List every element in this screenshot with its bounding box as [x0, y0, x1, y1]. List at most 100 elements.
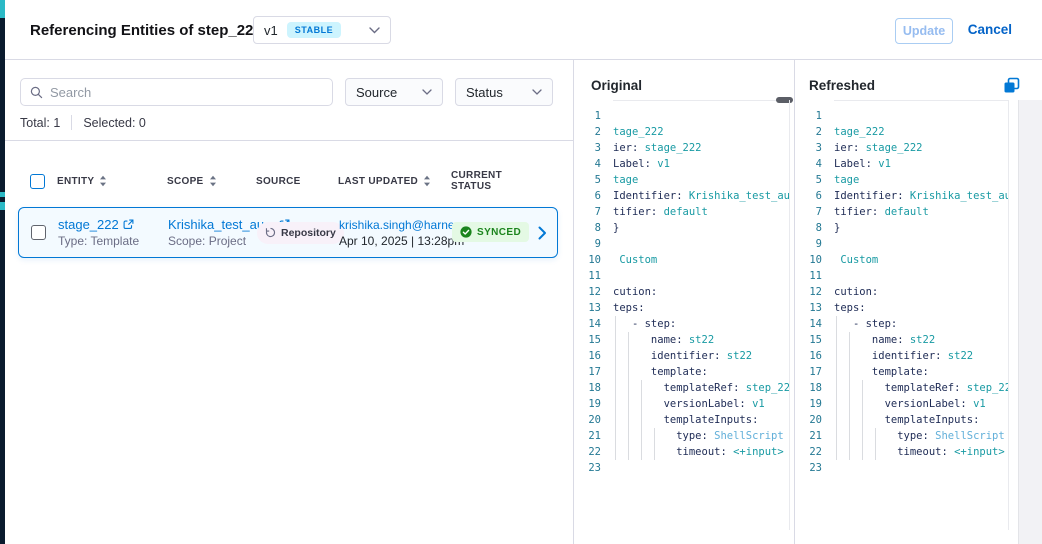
code-line: 11 [574, 268, 789, 284]
status-filter-dropdown[interactable]: Status [455, 78, 553, 106]
code-line-content: } [829, 220, 1008, 236]
status-badge-label: SYNCED [477, 227, 521, 238]
select-all-checkbox[interactable] [30, 174, 45, 189]
code-line: 13teps: [795, 300, 1008, 316]
code-line-content: Custom [608, 252, 789, 268]
indent-guide [615, 364, 616, 380]
code-line-content: tage_222 [608, 124, 789, 140]
entity-link[interactable]: stage_222 [58, 217, 119, 232]
column-header-scope[interactable]: SCOPE [167, 175, 256, 187]
code-line: 1 [795, 108, 1008, 124]
vertical-scrollbar-strip[interactable] [1018, 100, 1042, 544]
code-line-content: tifier: default [829, 204, 1008, 220]
external-link-icon[interactable] [123, 219, 134, 230]
line-number: 14 [574, 316, 608, 332]
indent-guide [628, 364, 629, 380]
line-number: 14 [795, 316, 829, 332]
column-label: SOURCE [256, 176, 301, 187]
updated-at: Apr 10, 2025 | 13:28pm [339, 234, 452, 248]
indent-guide [862, 428, 863, 444]
indent-guide [628, 332, 629, 348]
line-number: 6 [795, 188, 829, 204]
column-header-last-updated[interactable]: LAST UPDATED [338, 175, 451, 187]
line-number: 2 [574, 124, 608, 140]
code-line: 22 timeout: <+input> [795, 444, 1008, 460]
code-line-content: tage [829, 172, 1008, 188]
version-select[interactable]: v1 STABLE [253, 16, 391, 44]
update-button[interactable]: Update [895, 18, 953, 44]
line-number: 15 [795, 332, 829, 348]
horizontal-scrollbar-track[interactable] [613, 100, 789, 101]
line-number: 3 [795, 140, 829, 156]
code-line-content: tage [608, 172, 789, 188]
column-header-entity[interactable]: ENTITY [57, 175, 167, 187]
line-number: 21 [574, 428, 608, 444]
code-line-content [608, 268, 789, 284]
horizontal-scrollbar-thumb[interactable] [776, 97, 793, 103]
row-checkbox-cell [31, 225, 58, 240]
line-number: 4 [574, 156, 608, 172]
row-expand-chevron[interactable] [538, 226, 554, 240]
last-updated-cell: krishika.singh@harnes... Apr 10, 2025 | … [339, 218, 452, 248]
line-number: 8 [574, 220, 608, 236]
code-line-content: name: st22 [829, 332, 1008, 348]
code-line: 2tage_222 [574, 124, 789, 140]
line-number: 22 [795, 444, 829, 460]
indent-guide [849, 444, 850, 460]
total-count: Total: 1 [20, 116, 60, 130]
line-number: 6 [574, 188, 608, 204]
line-number: 20 [795, 412, 829, 428]
indent-guide [615, 316, 616, 332]
code-line: 7tifier: default [795, 204, 1008, 220]
indent-guide [862, 444, 863, 460]
code-line: 19 versionLabel: v1 [795, 396, 1008, 412]
indent-guide [875, 428, 876, 444]
code-line-content: - step: [608, 316, 789, 332]
line-number: 16 [574, 348, 608, 364]
line-number: 1 [795, 108, 829, 124]
code-line: 20 templateInputs: [574, 412, 789, 428]
indent-guide [628, 396, 629, 412]
line-number: 18 [795, 380, 829, 396]
line-number: 23 [795, 460, 829, 476]
code-line-content: teps: [829, 300, 1008, 316]
table-row[interactable]: stage_222 Type: Template Krishika_test_a… [18, 207, 558, 258]
line-number: 10 [574, 252, 608, 268]
sort-icon [423, 175, 431, 187]
sort-icon [209, 175, 217, 187]
code-line-content: Label: v1 [829, 156, 1008, 172]
column-header-source: SOURCE [256, 176, 338, 187]
indent-guide [862, 380, 863, 396]
code-line: 18 templateRef: step_222 [574, 380, 789, 396]
code-line-content: timeout: <+input> [608, 444, 789, 460]
code-line: 14 - step: [574, 316, 789, 332]
indent-guide [641, 412, 642, 428]
code-line: 8} [574, 220, 789, 236]
indent-guide [615, 444, 616, 460]
horizontal-scrollbar-track[interactable] [834, 100, 1008, 101]
indent-guide [849, 396, 850, 412]
cancel-button[interactable]: Cancel [968, 22, 1012, 37]
indent-guide [615, 412, 616, 428]
search-input[interactable] [50, 85, 323, 100]
copy-button[interactable] [1003, 75, 1023, 95]
indent-guide [862, 396, 863, 412]
code-line: 16 identifier: st22 [574, 348, 789, 364]
original-code-editor[interactable]: 12tage_2223ier: stage_2224Label: v15tage… [574, 108, 789, 476]
code-line-content: identifier: st22 [608, 348, 789, 364]
row-checkbox[interactable] [31, 225, 46, 240]
indent-guide [628, 444, 629, 460]
editor-edge-line [1008, 100, 1009, 530]
updated-by[interactable]: krishika.singh@harnes... [339, 218, 452, 232]
refreshed-code-editor[interactable]: 12tage_2223ier: stage_2224Label: v15tage… [795, 108, 1008, 476]
referencing-entities-dialog: Referencing Entities of step_222 v1 STAB… [0, 0, 1042, 544]
editor-edge-line [789, 100, 790, 530]
code-line: 6Identifier: Krishika_test_aut [795, 188, 1008, 204]
code-line: 19 versionLabel: v1 [574, 396, 789, 412]
line-number: 2 [795, 124, 829, 140]
source-filter-dropdown[interactable]: Source [345, 78, 443, 106]
indent-guide [836, 348, 837, 364]
indent-guide [641, 444, 642, 460]
code-line-content: templateInputs: [829, 412, 1008, 428]
line-number: 19 [574, 396, 608, 412]
